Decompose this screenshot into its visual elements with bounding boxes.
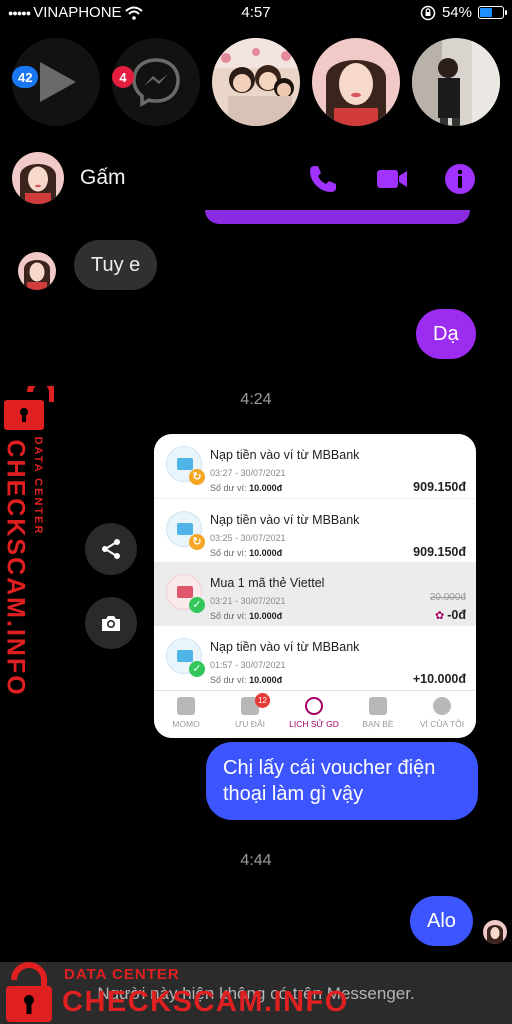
contact-photo-avatar: [12, 152, 64, 204]
chat-head-group-photo[interactable]: [212, 38, 300, 126]
seen-receipt-avatar: [483, 920, 507, 944]
rotation-lock-icon: [420, 5, 436, 20]
user-icon: [433, 697, 451, 715]
tab-offers: 12 ƯU ĐÃI: [218, 693, 282, 729]
voucher-icon: ✿: [434, 610, 448, 622]
previous-message-bubble: [205, 210, 470, 224]
offers-badge: 12: [255, 693, 270, 708]
contact-avatar[interactable]: [12, 152, 64, 204]
phone-card-icon: ✓: [166, 574, 205, 613]
contact-avatar: [312, 38, 400, 126]
transaction-amount: 909.150đ: [413, 480, 466, 494]
transaction-amount: 909.150đ: [413, 545, 466, 559]
tab-history: LỊCH SỬ GD: [282, 697, 346, 729]
transaction-datetime: 03:21 - 30/07/2021: [210, 596, 286, 606]
wallet-topup-icon: ↻: [166, 511, 205, 550]
message-bubble-incoming[interactable]: Tuy e: [74, 240, 158, 290]
transaction-balance: Số dư ví: 10.000đ: [210, 548, 283, 558]
chat-head-contact[interactable]: [312, 38, 400, 126]
message-bubble-outgoing[interactable]: Alo: [410, 896, 473, 946]
transaction-title: Nạp tiền vào ví từ MBBank: [210, 448, 360, 462]
seen-photo: [483, 920, 507, 944]
transaction-original-amount: 20.000đ: [429, 592, 466, 603]
transaction-title: Mua 1 mã thẻ Viettel: [210, 576, 325, 590]
video-call-icon[interactable]: [375, 162, 409, 196]
watermark-lock-icon: [4, 386, 54, 430]
message-timestamp: 4:24: [240, 391, 272, 408]
camera-button[interactable]: [85, 597, 137, 649]
wallet-topup-icon: ✓: [166, 638, 205, 677]
battery-percent: 54%: [441, 4, 472, 21]
watermark-brand: CHECKSCAM.INFO: [62, 986, 349, 1018]
message-timestamp: 4:44: [240, 852, 272, 869]
watermark-vertical-brand: CHECKSCAM.INFO: [1, 439, 30, 697]
transaction-title: Nạp tiền vào ví từ MBBank: [210, 640, 360, 654]
tab-friends: BẠN BÈ: [346, 697, 410, 729]
watermark-lock-icon: [6, 962, 52, 1022]
battery-icon: [478, 6, 507, 19]
chat-head-person[interactable]: [412, 38, 500, 126]
tab-momo: MOMO: [154, 697, 218, 729]
transaction-row: ↻ Nạp tiền vào ví từ MBBank 03:25 - 30/0…: [154, 498, 476, 562]
group-photo-avatar: [212, 38, 300, 126]
momo-tab-bar: MOMO 12 ƯU ĐÃI LỊCH SỬ GD BẠN BÈ VÍ CỦA T…: [154, 690, 476, 738]
momo-logo-icon: [177, 697, 195, 715]
share-button[interactable]: [85, 523, 137, 575]
watermark-vertical-label: DATA CENTER: [32, 436, 44, 536]
transaction-amount: +10.000đ: [412, 672, 466, 686]
transaction-row: ✓ Nạp tiền vào ví từ MBBank 01:57 - 30/0…: [154, 626, 476, 690]
chat-icon: [369, 697, 387, 715]
sender-avatar: [18, 252, 56, 290]
history-icon: [305, 697, 323, 715]
transaction-row: ↻ Nạp tiền vào ví từ MBBank 03:27 - 30/0…: [154, 434, 476, 498]
status-bar: ●●●●● VINAPHONE 4:57 54%: [0, 0, 512, 26]
info-icon[interactable]: [443, 162, 477, 196]
camera-icon: [102, 616, 120, 631]
transaction-amount: ✿ -0đ: [434, 608, 466, 622]
chat-header: Gấm: [0, 138, 512, 220]
contact-name[interactable]: Gấm: [80, 166, 126, 190]
share-icon: [102, 539, 120, 559]
phone-call-icon[interactable]: [306, 162, 340, 196]
shared-image-message[interactable]: ↻ Nạp tiền vào ví từ MBBank 03:27 - 30/0…: [154, 434, 476, 738]
chat-head-badge-video: 42: [12, 66, 39, 88]
transaction-balance: Số dư ví: 10.000đ: [210, 675, 283, 685]
transaction-datetime: 03:25 - 30/07/2021: [210, 533, 286, 543]
message-bubble-outgoing[interactable]: Chị lấy cái voucher điện thoại làm gì vậ…: [206, 742, 478, 820]
transaction-datetime: 01:57 - 30/07/2021: [210, 660, 286, 670]
chat-heads-row: 42 4: [0, 30, 512, 140]
watermark-label: DATA CENTER: [64, 966, 180, 983]
transaction-balance: Số dư ví: 10.000đ: [210, 611, 283, 621]
transaction-row: ✓ Mua 1 mã thẻ Viettel 03:21 - 30/07/202…: [154, 562, 476, 626]
transaction-datetime: 03:27 - 30/07/2021: [210, 468, 286, 478]
sender-photo: [18, 252, 56, 290]
person-avatar: [412, 38, 500, 126]
chat-head-badge-messenger: 4: [112, 66, 134, 88]
transaction-title: Nạp tiền vào ví từ MBBank: [210, 513, 360, 527]
wallet-topup-icon: ↻: [166, 446, 205, 485]
tab-my-wallet: VÍ CỦA TÔI: [410, 697, 474, 729]
message-bubble-outgoing[interactable]: Dạ: [416, 309, 476, 359]
transaction-balance: Số dư ví: 10.000đ: [210, 483, 283, 493]
